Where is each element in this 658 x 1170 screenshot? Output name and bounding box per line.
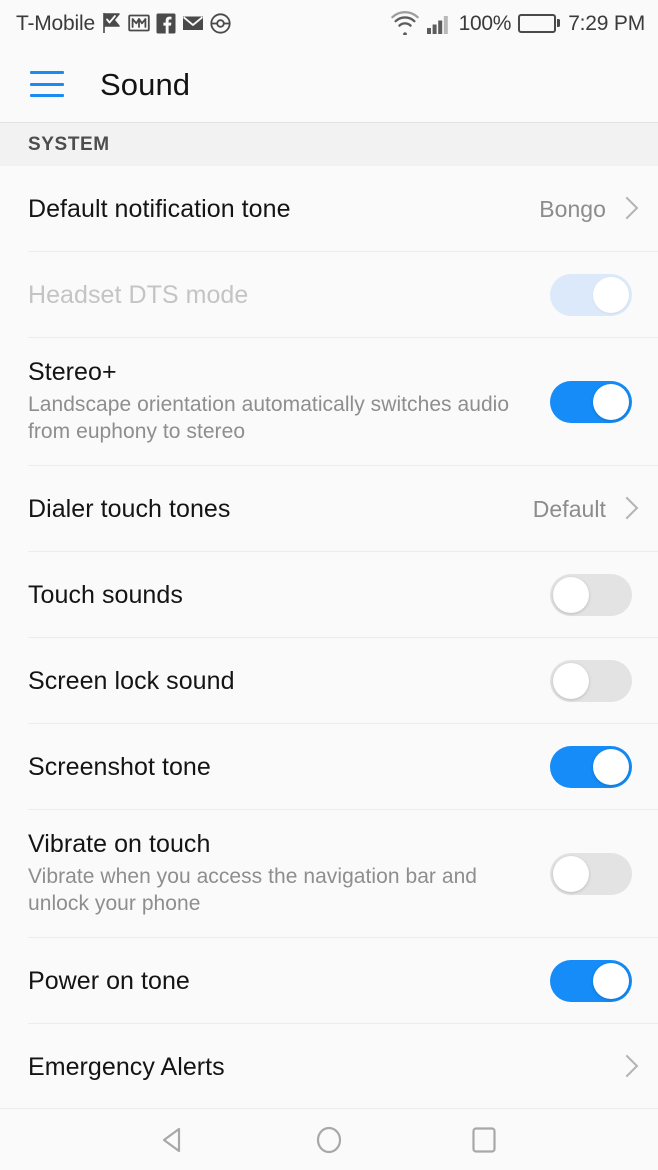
row-value: Bongo — [539, 195, 606, 222]
row-subtitle: Vibrate when you access the navigation b… — [28, 865, 478, 915]
home-circle-icon[interactable] — [300, 1111, 358, 1169]
toggle-vibrate-on-touch[interactable] — [550, 853, 632, 895]
toggle-screen-lock-sound[interactable] — [550, 660, 632, 702]
battery-full-icon — [518, 13, 561, 33]
app-bar: Sound — [0, 46, 658, 122]
back-triangle-icon[interactable] — [145, 1111, 203, 1169]
cellular-signal-icon — [426, 16, 448, 34]
email-envelope-icon — [182, 16, 203, 30]
status-bar-right: 100% 7:29 PM — [390, 11, 645, 35]
toggle-touch-sounds[interactable] — [550, 574, 632, 616]
list-item-screen-lock-sound[interactable]: Screen lock sound — [0, 638, 658, 724]
list-item-vibrate-on-touch[interactable]: Vibrate on touch Vibrate when you access… — [0, 810, 658, 938]
row-control — [550, 381, 632, 423]
battery-percent-label: 100% — [458, 11, 512, 35]
row-text: Dialer touch tones — [28, 495, 230, 524]
list-item-default-notification-tone[interactable]: Default notification tone Bongo — [0, 166, 658, 252]
list-item-screenshot-tone[interactable]: Screenshot tone — [0, 724, 658, 810]
row-title: Dialer touch tones — [28, 494, 231, 523]
recents-square-icon[interactable] — [455, 1111, 513, 1169]
hamburger-menu-icon[interactable] — [30, 71, 64, 97]
row-text: Headset DTS mode — [28, 281, 248, 310]
row-value: Default — [532, 495, 606, 522]
row-title: Touch sounds — [28, 580, 183, 609]
row-control — [550, 574, 632, 616]
clock-label: 7:29 PM — [568, 11, 645, 35]
phone-screen: T-Mobile 100% 7:29 PM Sound SYSTEM Defau… — [0, 0, 658, 1170]
row-control — [550, 660, 632, 702]
row-control: Default — [533, 497, 632, 521]
row-control — [550, 853, 632, 895]
chevron-right-icon[interactable] — [619, 1055, 632, 1079]
facebook-icon — [156, 13, 176, 33]
carrier-label: T-Mobile — [16, 11, 95, 35]
chevron-right-icon[interactable] — [619, 197, 632, 221]
list-item-touch-sounds[interactable]: Touch sounds — [0, 552, 658, 638]
row-title: Power on tone — [28, 966, 190, 995]
section-header-label: SYSTEM — [28, 133, 110, 155]
list-item-headset-dts-mode: Headset DTS mode — [0, 252, 658, 338]
list-item-emergency-alerts[interactable]: Emergency Alerts — [0, 1024, 658, 1108]
row-text: Power on tone — [28, 967, 190, 996]
row-control — [550, 746, 632, 788]
row-title: Screenshot tone — [28, 752, 211, 781]
row-control: Bongo — [539, 197, 632, 221]
toggle-headset-dts-mode — [550, 274, 632, 316]
toggle-power-on-tone[interactable] — [550, 960, 632, 1002]
navigation-bar — [0, 1108, 658, 1170]
row-control — [619, 1055, 632, 1079]
row-text: Default notification tone — [28, 195, 291, 224]
row-title: Emergency Alerts — [28, 1052, 225, 1081]
toggle-stereo-plus[interactable] — [550, 381, 632, 423]
page-title: Sound — [100, 66, 191, 102]
settings-list[interactable]: Default notification tone Bongo Headset … — [0, 166, 658, 1108]
row-control — [550, 274, 632, 316]
list-item-power-on-tone[interactable]: Power on tone — [0, 938, 658, 1024]
row-control — [550, 960, 632, 1002]
toggle-screenshot-tone[interactable] — [550, 746, 632, 788]
row-text: Touch sounds — [28, 581, 183, 610]
section-header-system: SYSTEM — [0, 122, 658, 166]
row-title: Default notification tone — [28, 194, 291, 223]
list-item-stereo-plus[interactable]: Stereo+ Landscape orientation automatica… — [0, 338, 658, 466]
gmail-icon — [128, 14, 150, 32]
status-bar-left: T-Mobile — [16, 12, 231, 34]
row-text: Stereo+ Landscape orientation automatica… — [28, 358, 518, 446]
row-text: Vibrate on touch Vibrate when you access… — [28, 830, 518, 918]
row-subtitle: Landscape orientation automatically swit… — [28, 393, 510, 443]
row-text: Emergency Alerts — [28, 1053, 225, 1082]
row-title: Headset DTS mode — [28, 280, 249, 309]
tasks-flag-icon — [103, 13, 120, 33]
row-title: Stereo+ — [28, 358, 117, 387]
row-text: Screenshot tone — [28, 753, 211, 782]
row-text: Screen lock sound — [28, 667, 235, 696]
status-bar: T-Mobile 100% 7:29 PM — [0, 0, 658, 46]
pokeball-icon — [210, 12, 231, 34]
row-title: Screen lock sound — [28, 666, 235, 695]
notification-icons — [102, 12, 231, 34]
list-item-dialer-touch-tones[interactable]: Dialer touch tones Default — [0, 466, 658, 552]
chevron-right-icon[interactable] — [619, 497, 632, 521]
wifi-icon — [390, 11, 419, 35]
row-title: Vibrate on touch — [28, 830, 211, 859]
